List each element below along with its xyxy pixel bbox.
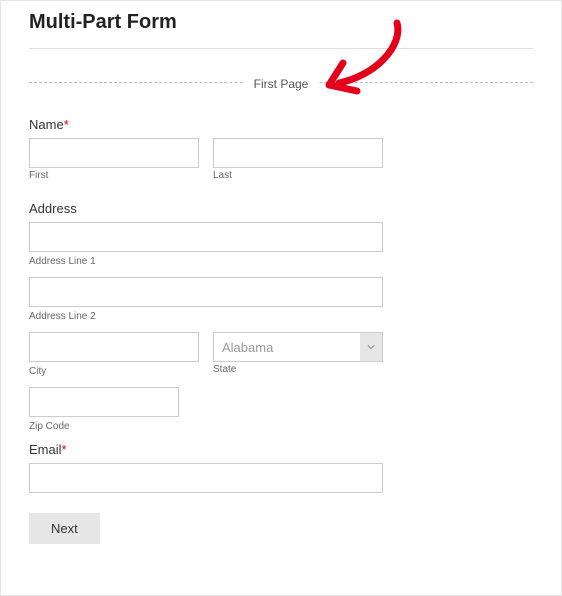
next-button[interactable]: Next xyxy=(29,513,100,544)
city-input[interactable] xyxy=(29,332,199,362)
city-sublabel: City xyxy=(29,366,199,377)
page-title: Multi-Part Form xyxy=(29,11,533,34)
page-break-label: First Page xyxy=(244,77,319,91)
address-line1-sublabel: Address Line 1 xyxy=(29,256,383,267)
name-label: Name* xyxy=(29,117,533,132)
address-section: Address Address Line 1 Address Line 2 Ci… xyxy=(29,201,533,432)
page-break: First Page xyxy=(29,75,533,89)
first-name-sublabel: First xyxy=(29,170,199,181)
email-label: Email* xyxy=(29,442,533,457)
state-sublabel: State xyxy=(213,364,383,375)
zip-sublabel: Zip Code xyxy=(29,421,179,432)
last-name-sublabel: Last xyxy=(213,170,383,181)
address-line2-input[interactable] xyxy=(29,277,383,307)
address-label: Address xyxy=(29,201,533,216)
address-line2-sublabel: Address Line 2 xyxy=(29,311,383,322)
email-input[interactable] xyxy=(29,463,383,493)
address-line1-input[interactable] xyxy=(29,222,383,252)
first-name-input[interactable] xyxy=(29,138,199,168)
form-card: Multi-Part Form First Page Name* First L… xyxy=(0,0,562,596)
divider xyxy=(29,48,533,49)
chevron-down-icon xyxy=(360,333,382,361)
state-selected-value: Alabama xyxy=(222,340,273,355)
state-select[interactable]: Alabama xyxy=(213,332,383,362)
email-section: Email* xyxy=(29,442,533,493)
last-name-input[interactable] xyxy=(213,138,383,168)
zip-input[interactable] xyxy=(29,387,179,417)
name-section: Name* First Last xyxy=(29,117,533,191)
